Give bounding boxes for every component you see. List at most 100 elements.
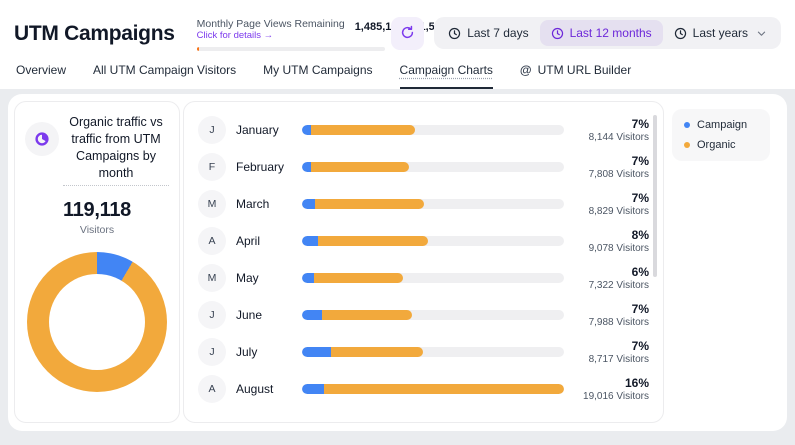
- month-initial-avatar: M: [198, 264, 226, 292]
- organic-bar-segment: [314, 273, 403, 283]
- legend-dot-icon: [684, 142, 690, 148]
- month-label: August: [236, 382, 302, 396]
- quota-progress-fill: [197, 47, 199, 51]
- tab-utm-url-builder[interactable]: @ UTM URL Builder: [520, 63, 631, 89]
- organic-bar-segment: [315, 199, 424, 209]
- organic-bar-segment: [311, 162, 409, 172]
- refresh-icon: [400, 25, 415, 43]
- donut-title: Organic traffic vs traffic from UTM Camp…: [63, 114, 169, 186]
- month-row[interactable]: J June 7% 7,988 Visitors: [184, 296, 663, 333]
- month-visitors: 8,829 Visitors: [564, 206, 649, 217]
- month-bar-track: [302, 310, 564, 320]
- month-initial-avatar: F: [198, 153, 226, 181]
- month-visitors: 9,078 Visitors: [564, 243, 649, 254]
- month-visitors: 7,988 Visitors: [564, 317, 649, 328]
- month-row[interactable]: J January 7% 8,144 Visitors: [184, 111, 663, 148]
- month-row[interactable]: F February 7% 7,808 Visitors: [184, 148, 663, 185]
- chart-legend: Campaign Organic: [672, 109, 770, 161]
- legend-dot-icon: [684, 122, 690, 128]
- quota-widget: Monthly Page Views Remaining Click for d…: [197, 18, 389, 51]
- tab-overview[interactable]: Overview: [16, 63, 66, 89]
- time-filter-group: Last 7 daysLast 12 monthsLast years: [434, 17, 781, 49]
- page-title: UTM Campaigns: [14, 22, 175, 46]
- organic-bar-segment: [318, 236, 428, 246]
- month-bar-track: [302, 273, 564, 283]
- campaign-charts-panel: Organic traffic vs traffic from UTM Camp…: [8, 94, 787, 431]
- organic-bar-segment: [311, 125, 415, 135]
- tab-label: All UTM Campaign Visitors: [93, 63, 236, 77]
- organic-bar-segment: [331, 347, 423, 357]
- campaign-bar-segment: [302, 273, 314, 283]
- tab-all-utm-campaign-visitors[interactable]: All UTM Campaign Visitors: [93, 63, 236, 89]
- monthly-bars-card: J January 7% 8,144 Visitors F February 7…: [183, 101, 664, 423]
- tab-label: My UTM Campaigns: [263, 63, 372, 77]
- clock-icon: [674, 27, 687, 40]
- legend-item-organic[interactable]: Organic: [684, 139, 758, 151]
- month-bar-track: [302, 347, 564, 357]
- month-percentage: 7%: [564, 117, 649, 131]
- donut-summary-card: Organic traffic vs traffic from UTM Camp…: [14, 101, 180, 423]
- month-row[interactable]: M March 7% 8,829 Visitors: [184, 185, 663, 222]
- month-row[interactable]: M May 6% 7,322 Visitors: [184, 259, 663, 296]
- month-visitors: 7,808 Visitors: [564, 169, 649, 180]
- month-initial-avatar: M: [198, 190, 226, 218]
- month-row[interactable]: A April 8% 9,078 Visitors: [184, 222, 663, 259]
- month-row[interactable]: A August 16% 19,016 Visitors: [184, 370, 663, 407]
- organic-bar-segment: [322, 310, 412, 320]
- month-visitors: 8,144 Visitors: [564, 132, 649, 143]
- chart-scrollbar[interactable]: [653, 115, 657, 277]
- month-visitors: 8,717 Visitors: [564, 354, 649, 365]
- tab-bar: Overview All UTM Campaign Visitors My UTM …: [14, 63, 781, 89]
- legend-item-campaign[interactable]: Campaign: [684, 119, 758, 131]
- campaign-bar-segment: [302, 384, 324, 394]
- refresh-button[interactable]: [391, 17, 424, 50]
- month-initial-avatar: A: [198, 227, 226, 255]
- clock-icon: [448, 27, 461, 40]
- month-row[interactable]: J July 7% 8,717 Visitors: [184, 333, 663, 370]
- quota-label: Monthly Page Views Remaining: [197, 18, 345, 30]
- month-percentage: 16%: [564, 376, 649, 390]
- month-bar-track: [302, 125, 564, 135]
- campaign-bar-segment: [302, 347, 331, 357]
- month-percentage: 7%: [564, 191, 649, 205]
- month-percentage: 7%: [564, 339, 649, 353]
- month-percentage: 7%: [564, 154, 649, 168]
- quota-details-link[interactable]: Click for details →: [197, 30, 345, 41]
- quota-progress-track: [197, 47, 385, 51]
- campaign-bar-segment: [302, 162, 311, 172]
- month-label: July: [236, 345, 302, 359]
- total-visitors-value: 119,118: [25, 199, 169, 222]
- month-label: January: [236, 123, 302, 137]
- tab-label: UTM URL Builder: [538, 63, 632, 77]
- month-label: March: [236, 197, 302, 211]
- donut-chart: [27, 252, 167, 392]
- chevron-down-icon: [754, 28, 767, 39]
- clock-icon: [551, 27, 564, 40]
- month-label: May: [236, 271, 302, 285]
- month-initial-avatar: J: [198, 116, 226, 144]
- donut-chart-icon: [25, 122, 59, 156]
- month-bar-track: [302, 162, 564, 172]
- campaign-bar-segment: [302, 125, 311, 135]
- month-label: June: [236, 308, 302, 322]
- month-bar-track: [302, 236, 564, 246]
- tab-label: Overview: [16, 63, 66, 77]
- page-header: UTM Campaigns Monthly Page Views Remaini…: [0, 0, 795, 89]
- month-percentage: 8%: [564, 228, 649, 242]
- month-initial-avatar: J: [198, 301, 226, 329]
- tab-label: Campaign Charts: [400, 63, 493, 77]
- time-filter-last-years[interactable]: Last years: [663, 20, 778, 46]
- time-filter-last-12-months[interactable]: Last 12 months: [540, 20, 663, 46]
- month-bar-track: [302, 384, 564, 394]
- time-filter-last-7-days[interactable]: Last 7 days: [437, 20, 539, 46]
- month-label: February: [236, 160, 302, 174]
- month-visitors: 7,322 Visitors: [564, 280, 649, 291]
- month-percentage: 7%: [564, 302, 649, 316]
- campaign-bar-segment: [302, 199, 315, 209]
- campaign-bar-segment: [302, 236, 318, 246]
- tab-campaign-charts[interactable]: Campaign Charts: [400, 63, 493, 89]
- at-target-icon: @: [520, 63, 532, 77]
- campaign-bar-segment: [302, 310, 322, 320]
- tab-my-utm-campaigns[interactable]: My UTM Campaigns: [263, 63, 372, 89]
- topbar: UTM Campaigns Monthly Page Views Remaini…: [14, 14, 781, 51]
